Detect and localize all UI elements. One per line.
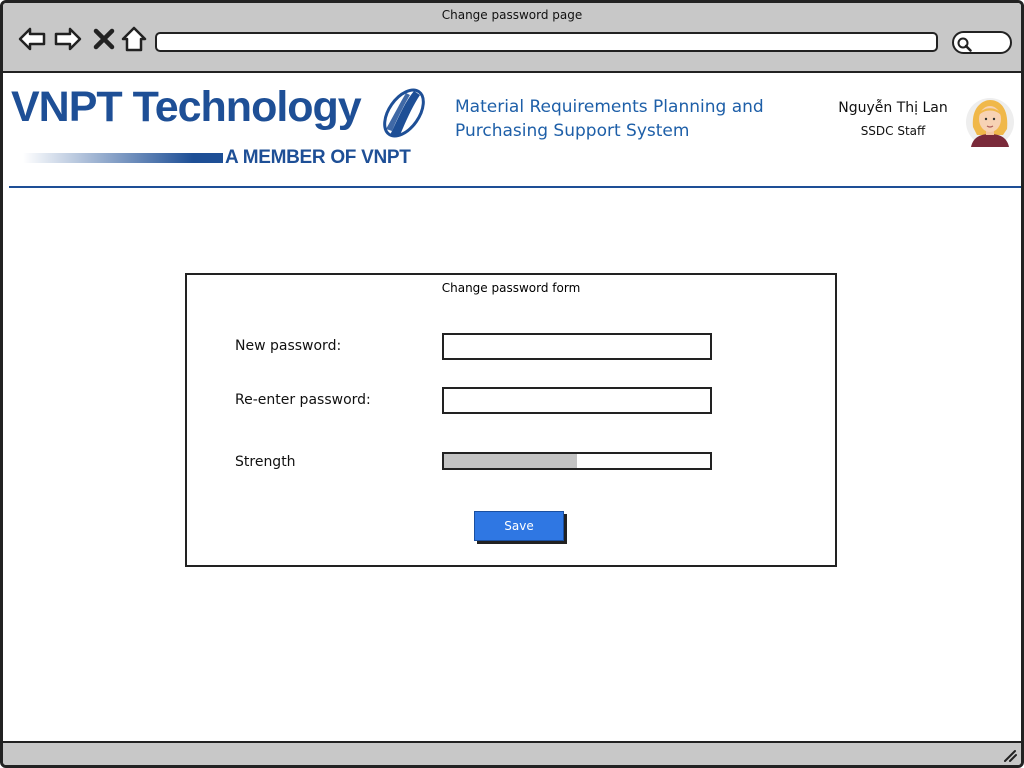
- browser-page-title: Change password page: [441, 8, 583, 22]
- system-title-line1: Material Requirements Planning and: [455, 97, 764, 117]
- reenter-password-label: Re-enter password:: [235, 392, 371, 408]
- system-title: Material Requirements Planning and Purch…: [455, 95, 800, 143]
- logo-tagline: A MEMBER OF VNPT: [225, 147, 411, 168]
- back-icon[interactable]: [17, 24, 47, 54]
- company-logo[interactable]: VNPT Technology A MEMBER OF VNPT: [11, 83, 436, 168]
- home-icon[interactable]: [119, 24, 149, 54]
- forward-icon[interactable]: [53, 24, 83, 54]
- user-role: SSDC Staff: [860, 124, 926, 138]
- form-title: Change password form: [441, 281, 581, 295]
- new-password-label: New password:: [235, 338, 342, 354]
- password-strength-fill: [444, 454, 577, 468]
- logo-swoosh-icon: [383, 88, 425, 138]
- strength-label: Strength: [235, 454, 296, 470]
- password-strength-bar: [442, 452, 712, 470]
- reenter-password-input[interactable]: [442, 387, 712, 414]
- new-password-input[interactable]: [442, 333, 712, 360]
- search-box[interactable]: [952, 31, 1012, 54]
- browser-titlebar: Change password page: [3, 3, 1021, 73]
- user-name: Nguyễn Thị Lan: [838, 100, 948, 116]
- header-divider: [9, 186, 1021, 188]
- search-icon: [957, 37, 972, 52]
- browser-window: Change password page VNPT Technology A M…: [0, 0, 1024, 768]
- change-password-form: Change password form New password: Re-en…: [185, 273, 837, 567]
- avatar[interactable]: [965, 97, 1015, 147]
- system-title-line2: Purchasing Support System: [455, 121, 690, 141]
- app-header: VNPT Technology A MEMBER OF VNPT Materia…: [3, 73, 1021, 187]
- browser-statusbar: [3, 741, 1021, 765]
- close-icon[interactable]: [89, 24, 115, 54]
- save-button[interactable]: Save: [474, 511, 564, 541]
- logo-wordmark: VNPT Technology: [11, 83, 362, 131]
- address-bar[interactable]: [155, 32, 938, 52]
- logo-gradient-bar: [23, 153, 223, 163]
- resize-grip-icon[interactable]: [1003, 748, 1017, 762]
